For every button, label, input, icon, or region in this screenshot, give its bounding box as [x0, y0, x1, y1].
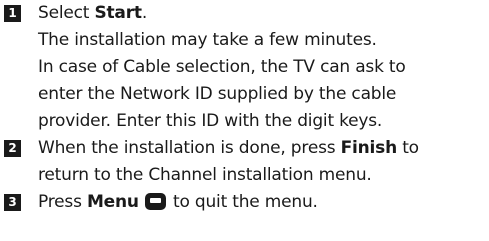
text-segment: to quit the menu.	[167, 192, 318, 212]
step-2-line-2: return to the Channel installation menu.	[38, 165, 372, 185]
step-1-line-1: Select Start.	[38, 0, 147, 27]
step-number-badge: 3	[4, 194, 21, 211]
step-2-line-1: When the installation is done, press Fin…	[38, 135, 419, 162]
bold-term-start: Start	[94, 3, 142, 23]
bold-term-finish: Finish	[340, 138, 398, 158]
step-1-line-2: The installation may take a few minutes.	[38, 30, 377, 50]
bold-term-menu: Menu	[86, 192, 139, 212]
text-segment: When the installation is done, press	[38, 138, 341, 158]
menu-icon	[144, 193, 166, 210]
step-number-badge: 2	[4, 140, 21, 157]
instruction-steps: 1 Select Start. The installation may tak…	[0, 0, 489, 241]
step-1-line-5: provider. Enter this ID with the digit k…	[38, 111, 383, 131]
step-1-line-4: enter the Network ID supplied by the cab…	[38, 84, 397, 104]
text-segment: to	[397, 138, 419, 158]
text-segment: .	[141, 3, 148, 23]
step-number-badge: 1	[4, 5, 21, 22]
step-3-line-1: Press Menu to quit the menu.	[38, 189, 318, 216]
step-1-line-3: In case of Cable selection, the TV can a…	[38, 57, 406, 77]
text-segment: Select	[38, 3, 95, 23]
text-segment: Press	[38, 192, 87, 212]
